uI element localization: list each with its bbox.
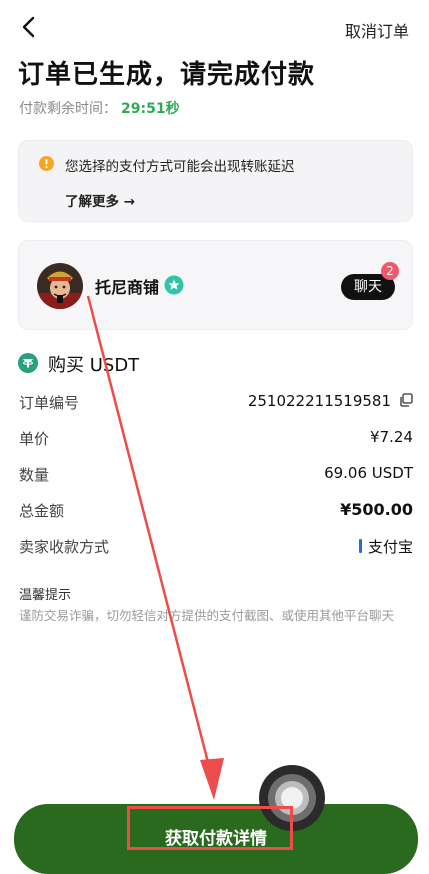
page-title: 订单已生成，请完成付款 (18, 60, 316, 90)
warning-icon (39, 156, 54, 171)
notice-text: 您选择的支付方式可能会出现转账延迟 (65, 159, 295, 175)
payment-method-value-wrap: 支付宝 (358, 536, 413, 557)
order-number-value: 251022211519581 (247, 392, 391, 410)
timer-label: 付款剩余时间： (19, 101, 117, 117)
unit-price-value: ¥7.24 (370, 428, 413, 446)
merchant-name: 托尼商铺 (95, 278, 160, 297)
unit-price-row: 单价 ¥7.24 (19, 428, 413, 452)
delay-notice-card: 您选择的支付方式可能会出现转账延迟 了解更多 → (18, 140, 413, 222)
cancel-order-button[interactable]: 取消订单 (345, 18, 409, 42)
payment-method-row: 卖家收款方式 支付宝 (19, 536, 413, 560)
top-bar: 取消订单 (0, 0, 429, 56)
quantity-value: 69.06 USDT (324, 464, 413, 482)
total-amount-row: 总金额 ¥500.00 (19, 500, 413, 524)
tips-title: 温馨提示 (19, 588, 72, 603)
quantity-label: 数量 (19, 466, 50, 484)
total-amount-label: 总金额 (19, 502, 65, 520)
order-number-row: 订单编号 251022211519581 (19, 392, 413, 416)
timer-value: 29:51秒 (121, 101, 180, 117)
payment-method-value: 支付宝 (367, 538, 413, 556)
payment-method-label: 卖家收款方式 (19, 538, 110, 556)
annotation-highlight-box (127, 806, 293, 850)
avatar[interactable] (37, 263, 83, 309)
merchant-card: 托尼商铺 聊天 2 (18, 240, 413, 330)
alipay-marker (358, 539, 362, 553)
chat-unread-badge: 2 (381, 262, 399, 280)
order-number-label: 订单编号 (19, 394, 80, 412)
verified-star-icon (164, 275, 184, 295)
usdt-tether-icon (18, 353, 38, 373)
unit-price-label: 单价 (19, 430, 50, 448)
order-heading-text: 购买 USDT (48, 355, 140, 376)
chevron-left-icon[interactable] (18, 14, 40, 40)
total-amount-value: ¥500.00 (340, 500, 413, 519)
order-number-value-wrap: 251022211519581 (248, 392, 413, 410)
annotation-arrow (86, 295, 224, 800)
quantity-row: 数量 69.06 USDT (19, 464, 413, 488)
tips-body: 谨防交易诈骗，切勿轻信对方提供的支付截图、或使用其他平台聊天 (19, 608, 395, 623)
learn-more-link[interactable]: 了解更多 → (65, 190, 135, 210)
payment-timer: 付款剩余时间： 29:51秒 (19, 98, 180, 118)
copy-icon[interactable] (399, 393, 413, 407)
